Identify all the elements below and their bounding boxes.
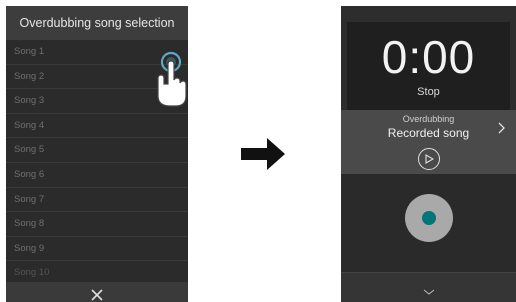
chevron-right-icon[interactable]	[498, 122, 506, 134]
song-item[interactable]: Song 8	[6, 212, 188, 237]
screen-title: Overdubbing song selection	[6, 6, 188, 40]
song-label: Song 3	[14, 95, 45, 107]
timer-display: 0:00 Stop	[347, 22, 510, 110]
record-icon	[422, 211, 436, 225]
play-icon	[425, 154, 434, 164]
mode-label: Overdubbing	[402, 114, 455, 124]
recorder-screen: 0:00 Stop Overdubbing Recorded song	[341, 6, 516, 302]
song-selection-screen: Overdubbing song selection Song 1 Song 2…	[6, 6, 188, 302]
song-name: Recorded song	[387, 126, 470, 140]
song-item[interactable]: Song 5	[6, 138, 188, 163]
collapse-handle[interactable]	[341, 272, 516, 302]
timer-value: 0:00	[381, 31, 476, 83]
close-button[interactable]	[6, 282, 188, 302]
song-item[interactable]: Song 4	[6, 114, 188, 139]
song-label: Song 5	[14, 144, 45, 156]
song-item[interactable]: Song 9	[6, 237, 188, 262]
record-area	[341, 174, 516, 272]
playback-state: Stop	[417, 86, 440, 98]
song-label: Song 2	[14, 70, 45, 82]
song-label: Song 4	[14, 119, 45, 131]
arrow-right-icon	[241, 138, 285, 170]
song-item[interactable]: Song 7	[6, 188, 188, 213]
chevron-down-icon	[423, 289, 435, 295]
record-button[interactable]	[405, 194, 453, 242]
song-label: Song 8	[14, 218, 45, 230]
song-label: Song 6	[14, 169, 45, 180]
song-label: Song 9	[14, 242, 45, 254]
song-label: Song 10	[14, 267, 50, 279]
song-label: Song 7	[14, 193, 45, 205]
song-label: Song 1	[14, 46, 45, 57]
tap-hand-icon	[157, 51, 187, 107]
play-button[interactable]	[418, 148, 440, 170]
overdub-song-panel[interactable]: Overdubbing Recorded song	[341, 110, 516, 174]
song-item[interactable]: Song 6	[6, 163, 188, 188]
screen-title-text: Overdubbing song selection	[19, 16, 175, 30]
close-icon	[91, 289, 103, 301]
song-item[interactable]: Song 10	[6, 261, 188, 280]
